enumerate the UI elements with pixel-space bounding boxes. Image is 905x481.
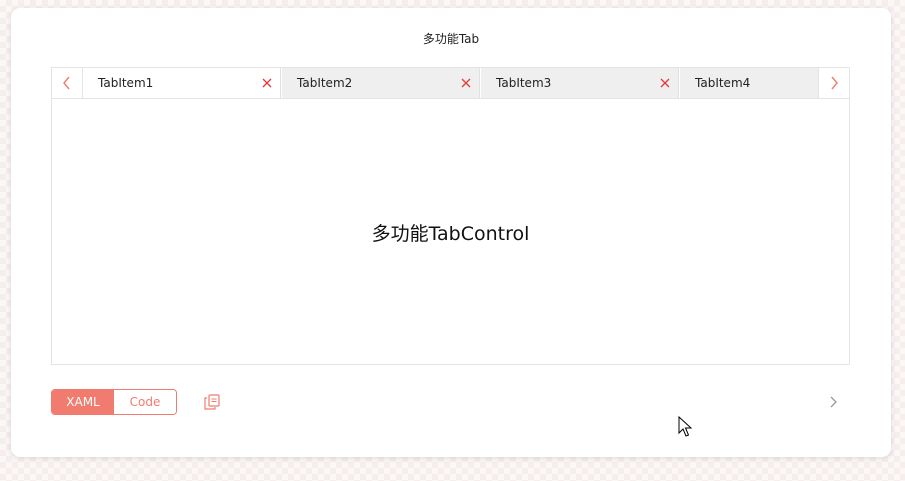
tab-item-4[interactable]: TabItem4 <box>680 68 820 98</box>
code-button[interactable]: Code <box>114 390 176 414</box>
tab-list: TabItem1 TabItem2 TabItem3 TabItem4 <box>83 68 820 98</box>
close-icon[interactable] <box>660 78 670 88</box>
tab-strip: TabItem1 TabItem2 TabItem3 TabItem4 <box>52 68 849 99</box>
scroll-left-button[interactable] <box>52 68 83 98</box>
tab-label: TabItem1 <box>98 76 154 90</box>
close-icon[interactable] <box>461 78 471 88</box>
chevron-right-icon[interactable] <box>826 395 840 409</box>
chevron-right-icon <box>831 76 838 90</box>
tab-item-3[interactable]: TabItem3 <box>481 68 679 98</box>
close-icon[interactable] <box>262 78 272 88</box>
tab-item-2[interactable]: TabItem2 <box>282 68 480 98</box>
copy-icon[interactable] <box>203 393 221 411</box>
tab-item-1[interactable]: TabItem1 <box>83 68 281 98</box>
scroll-right-button[interactable] <box>818 68 849 98</box>
tab-label: TabItem3 <box>496 76 552 90</box>
tab-label: TabItem2 <box>297 76 353 90</box>
panel-title: 多功能Tab <box>422 32 480 46</box>
tab-content-text: 多功能TabControl <box>371 223 530 245</box>
xaml-button[interactable]: XAML <box>52 390 114 414</box>
tab-label: TabItem4 <box>695 76 751 90</box>
chevron-left-icon <box>63 76 70 90</box>
tab-control: TabItem1 TabItem2 TabItem3 TabItem4 多功能T… <box>51 67 850 365</box>
view-toggle: XAML Code <box>51 389 177 415</box>
demo-card: 多功能Tab TabItem1 TabItem2 TabItem3 TabIte… <box>11 8 891 457</box>
mouse-cursor-icon <box>678 416 692 437</box>
